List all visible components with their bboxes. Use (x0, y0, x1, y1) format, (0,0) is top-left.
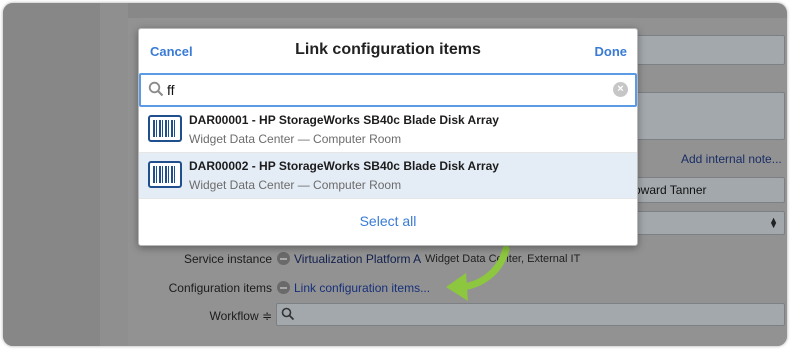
left-rail (3, 3, 100, 346)
background-textarea[interactable] (620, 92, 785, 140)
service-instance-value[interactable]: Virtualization Platform A (294, 252, 421, 266)
background-select[interactable]: ▲ ▼ (620, 211, 785, 235)
done-button[interactable]: Done (595, 44, 628, 59)
workflow-label[interactable]: Workflow ≑ (142, 309, 272, 323)
select-arrows-icon: ▲ ▼ (769, 215, 778, 230)
barcode-icon (148, 115, 182, 142)
link-configuration-items-dialog: Cancel Link configuration items Done × D… (138, 28, 638, 246)
dialog-header: Cancel Link configuration items Done (139, 29, 637, 73)
search-icon (148, 81, 164, 97)
search-box[interactable]: × (139, 73, 637, 107)
green-arrow-icon (446, 245, 510, 301)
assignee-value: oward Tanner (634, 183, 707, 197)
result-title: DAR00002 - HP StorageWorks SB40c Blade D… (189, 159, 499, 173)
search-input[interactable] (167, 79, 607, 101)
list-item[interactable]: DAR00002 - HP StorageWorks SB40c Blade D… (139, 153, 637, 199)
configuration-items-label: Configuration items (168, 281, 272, 295)
workflow-search-field[interactable] (276, 303, 785, 326)
mid-rail (100, 3, 128, 346)
dialog-title: Link configuration items (295, 41, 481, 58)
link-configuration-items-link[interactable]: Link configuration items... (294, 281, 430, 295)
result-title: DAR00001 - HP StorageWorks SB40c Blade D… (189, 113, 499, 127)
list-item[interactable]: DAR00001 - HP StorageWorks SB40c Blade D… (139, 107, 637, 153)
result-subtitle: Widget Data Center — Computer Room (189, 132, 402, 146)
remove-circle-icon[interactable] (277, 252, 290, 265)
select-all-button[interactable]: Select all (139, 213, 637, 229)
background-field-top[interactable] (620, 35, 785, 65)
service-instance-label: Service instance (183, 252, 272, 266)
remove-circle-icon[interactable] (277, 281, 290, 294)
result-subtitle: Widget Data Center — Computer Room (189, 178, 402, 192)
assignee-field[interactable]: oward Tanner (620, 177, 785, 203)
barcode-icon (148, 161, 182, 188)
clear-search-icon[interactable]: × (613, 82, 628, 97)
results-list: DAR00001 - HP StorageWorks SB40c Blade D… (139, 107, 637, 199)
add-internal-note-link[interactable]: Add internal note... (681, 152, 782, 166)
search-icon (281, 307, 295, 321)
